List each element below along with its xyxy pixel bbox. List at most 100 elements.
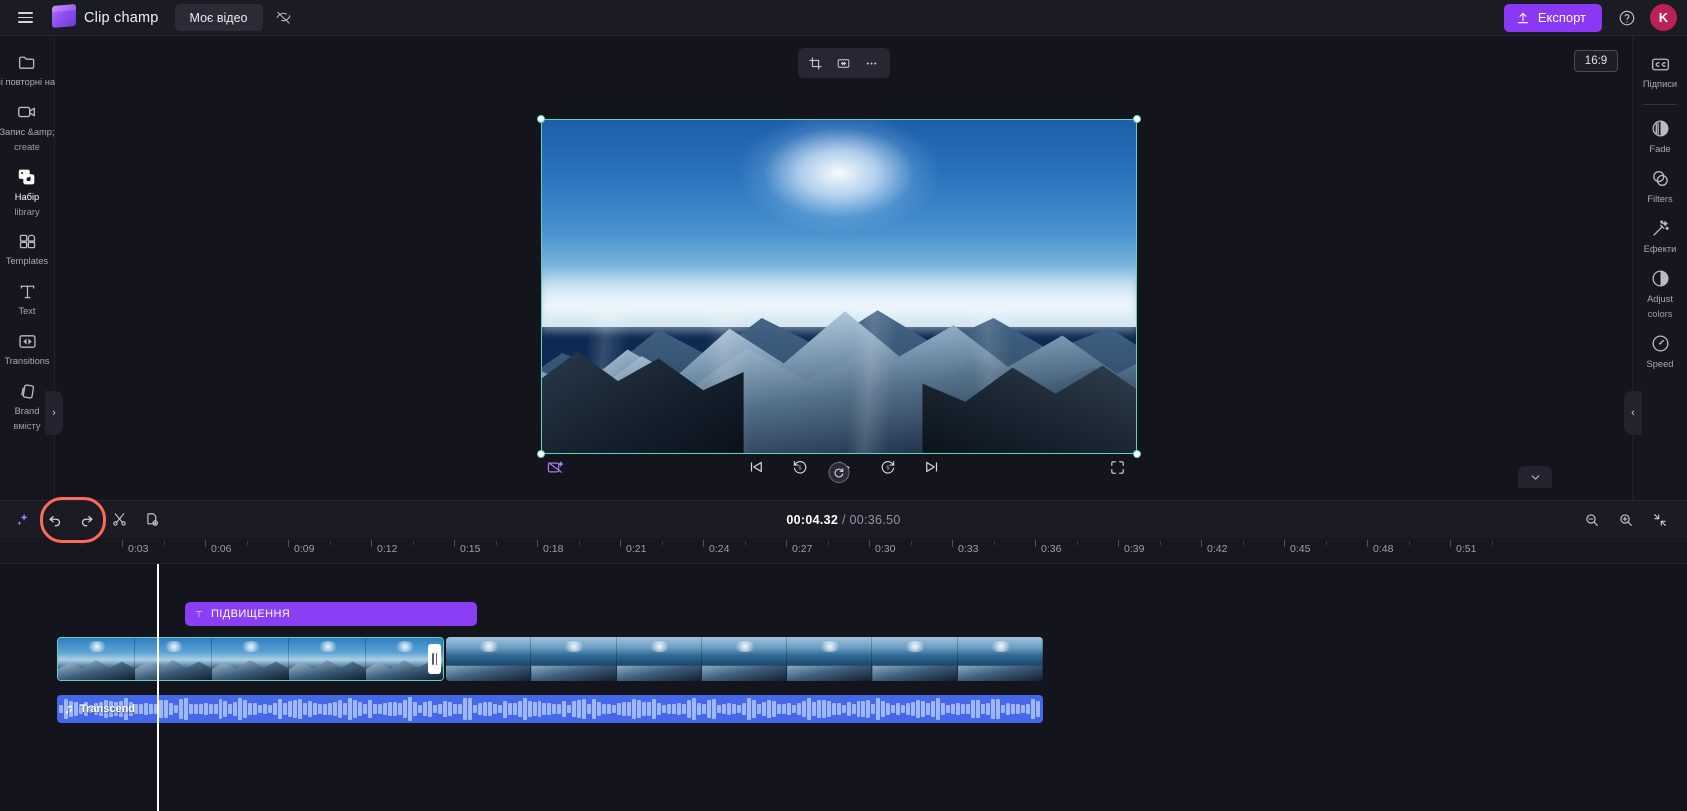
auto-compose-button[interactable] — [540, 453, 570, 481]
sidebar-item-filters[interactable]: Filters — [1633, 161, 1687, 211]
waveform-bar — [328, 703, 333, 715]
waveform-bar — [796, 703, 801, 715]
zoom-out-button[interactable] — [1577, 506, 1607, 534]
waveform-bar — [771, 700, 776, 718]
undo-button[interactable] — [40, 506, 70, 534]
waveform-bar — [422, 702, 427, 716]
waveform-bar — [986, 703, 991, 715]
waveform-bar — [602, 703, 607, 715]
brand-logo-group[interactable]: Clip champ — [52, 6, 159, 29]
resize-handle-bottom-right[interactable] — [1133, 450, 1141, 458]
waveform-bar — [876, 698, 881, 720]
waveform-bar — [831, 703, 836, 715]
video-clip[interactable] — [446, 637, 1043, 681]
waveform-bar — [378, 704, 382, 714]
waveform-bar — [432, 704, 437, 714]
skip-to-end-button[interactable] — [917, 453, 947, 481]
waveform-bar — [417, 704, 422, 714]
timeline-tool-group — [8, 496, 166, 543]
ai-sparkle-button[interactable] — [8, 506, 38, 534]
waveform-bar — [572, 700, 577, 718]
waveform-bar — [951, 704, 956, 714]
sidebar-item-your-media[interactable]: Ваші повторні наочні — [0, 44, 72, 94]
sidebar-divider — [1643, 103, 1677, 105]
sidebar-item-record-create[interactable]: Запис &amp; create — [0, 94, 55, 159]
resize-handle-bottom-left[interactable] — [537, 450, 545, 458]
waveform-bar — [622, 701, 627, 717]
fit-timeline-icon — [1654, 513, 1666, 526]
export-button[interactable]: Експорт — [1503, 3, 1602, 32]
sidebar-item-sublabel: colors — [1647, 308, 1673, 319]
waveform-bar — [363, 704, 368, 714]
waveform-bar — [437, 704, 442, 714]
menu-button[interactable] — [10, 3, 40, 33]
video-clip[interactable] — [57, 637, 444, 681]
waveform-bar — [368, 700, 373, 718]
clip-trim-handle[interactable] — [428, 644, 441, 674]
crop-button[interactable] — [803, 51, 829, 75]
timeline-ruler[interactable]: 0:03 0:06 0:09 0:12 0:15 0:18 0:21 0:24 0:27 0:30… — [0, 538, 1687, 564]
resize-handle-top-right[interactable] — [1133, 115, 1141, 123]
waveform-bar — [836, 702, 841, 716]
sidebar-item-speed[interactable]: Speed — [1633, 326, 1687, 376]
editor-middle: Ваші повторні наочні Запис &amp; create — [0, 36, 1687, 500]
audio-clip-label-group: Transcend — [64, 695, 135, 723]
duplicate-button[interactable] — [136, 506, 166, 534]
waveform-bar — [238, 698, 243, 720]
text-clip-label: ПІДВИЩЕННЯ — [211, 608, 291, 620]
ruler-tick-label: 0:30 — [875, 543, 896, 555]
waveform-bar — [866, 700, 871, 718]
waveform-bar — [397, 702, 402, 716]
sidebar-item-templates[interactable]: Templates — [0, 223, 55, 273]
waveform-bar — [263, 703, 268, 715]
waveform-bar — [981, 703, 986, 715]
speed-gauge-icon — [1650, 333, 1671, 355]
sidebar-item-effects[interactable]: Ефекти — [1633, 211, 1687, 261]
project-name-field[interactable]: Моє відео — [174, 4, 263, 31]
playhead[interactable] — [157, 564, 159, 811]
collapse-preview-button[interactable] — [1518, 466, 1552, 488]
help-button[interactable] — [1612, 3, 1642, 33]
forward-5s-button[interactable]: 5 — [873, 453, 903, 481]
fullscreen-button[interactable] — [1102, 453, 1132, 481]
waveform-bar — [467, 698, 472, 720]
sidebar-item-content-library[interactable]: Набір library — [0, 159, 55, 224]
avatar[interactable]: K — [1650, 4, 1677, 31]
waveform-bar — [926, 703, 931, 715]
audio-clip[interactable]: Transcend — [57, 695, 1043, 723]
zoom-in-button[interactable] — [1611, 506, 1641, 534]
collapse-right-panel-button[interactable]: ‹ — [1624, 391, 1642, 435]
waveform-bar — [911, 701, 916, 717]
expand-panel-button[interactable]: › — [45, 391, 63, 435]
sidebar-item-captions[interactable]: Підписи — [1633, 46, 1687, 96]
split-button[interactable] — [104, 506, 134, 534]
aspect-ratio-badge[interactable]: 16:9 — [1574, 50, 1618, 72]
text-clip[interactable]: ПІДВИЩЕННЯ — [185, 602, 477, 626]
waveform-bar — [692, 698, 696, 720]
waveform-bar — [592, 699, 597, 719]
clip-thumbnail — [212, 638, 289, 680]
hide-preview-button[interactable] — [269, 3, 299, 33]
rewind-5s-button[interactable]: 5 — [785, 453, 815, 481]
video-preview[interactable] — [541, 119, 1137, 454]
waveform-bar — [672, 704, 677, 714]
skip-to-start-button[interactable] — [741, 453, 771, 481]
sidebar-item-fade[interactable]: Fade — [1633, 111, 1687, 161]
video-preview-selection[interactable] — [537, 115, 1141, 483]
redo-button[interactable] — [72, 506, 102, 534]
skip-to-end-icon — [925, 461, 937, 473]
fit-timeline-button[interactable] — [1645, 506, 1675, 534]
waveform-bar — [522, 697, 527, 721]
waveform-bar — [697, 702, 701, 716]
resize-handle-top-left[interactable] — [537, 115, 545, 123]
clip-thumbnail — [787, 637, 873, 681]
help-circle-icon — [1619, 10, 1635, 25]
rotate-handle[interactable] — [828, 462, 850, 483]
waveform-bar — [218, 698, 223, 720]
sidebar-item-adjust-colors[interactable]: Adjust colors — [1633, 261, 1687, 326]
fit-fill-button[interactable] — [831, 51, 857, 75]
waveform-bar — [991, 698, 996, 720]
sidebar-item-transitions[interactable]: Transitions — [0, 323, 55, 373]
more-options-button[interactable] — [859, 51, 885, 75]
sidebar-item-text[interactable]: Text — [0, 273, 55, 323]
